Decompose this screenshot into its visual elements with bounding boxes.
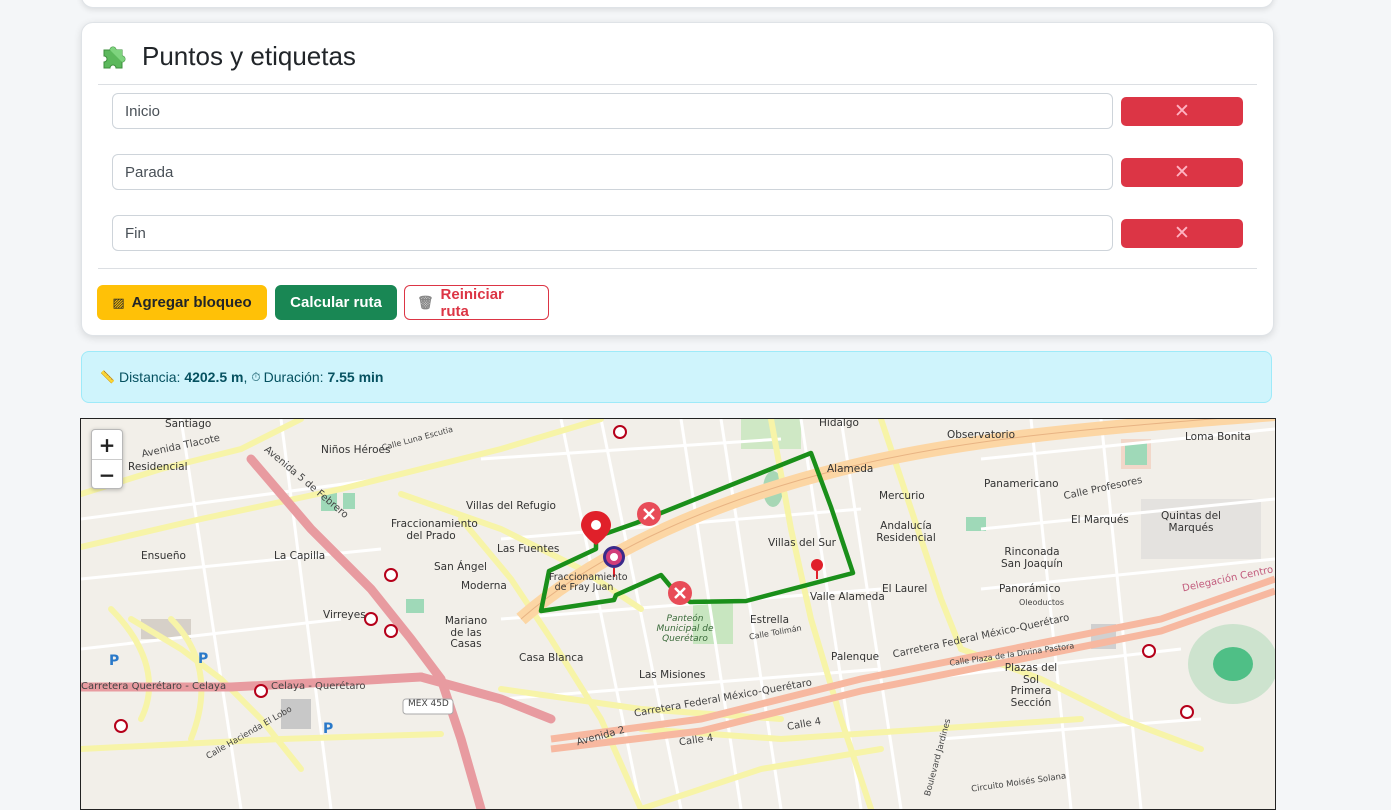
- map-label: Oleoductos: [1019, 598, 1065, 607]
- map-label: Valle Alameda: [810, 591, 885, 603]
- route-summary: 📏 Distancia: 4202.5 m , ⏱ Duración: 7.55…: [81, 351, 1272, 403]
- map-label: Hidalgo: [819, 418, 859, 429]
- distance-value: 4202.5 m: [184, 369, 244, 385]
- add-block-button[interactable]: ▨ Agregar bloqueo: [97, 285, 267, 320]
- reset-route-label: Reiniciar ruta: [440, 285, 504, 320]
- point-label-input-start[interactable]: [112, 93, 1113, 129]
- zoom-out-button[interactable]: −: [92, 460, 122, 488]
- map-label: Celaya - Querétaro: [271, 681, 366, 692]
- calculate-route-label: Calcular ruta: [290, 294, 382, 311]
- points-card: Puntos y etiquetas ✕ ✕ ✕ ▨ Agregar bloqu…: [81, 22, 1274, 336]
- map-label: Plazas del Sol Primera Sección: [1004, 662, 1058, 709]
- end-marker[interactable]: [811, 559, 823, 579]
- map-label: Mariano de las Casas: [444, 615, 488, 651]
- map-label: Casa Blanca: [519, 652, 584, 664]
- map-label: Santiago: [165, 418, 212, 430]
- stadium-field: [1213, 647, 1253, 681]
- ruler-icon: 📏: [100, 370, 115, 384]
- divider: [98, 84, 1257, 85]
- map-label: El Marqués: [1071, 514, 1129, 526]
- card-header: Puntos y etiquetas: [100, 39, 356, 73]
- map-label: Palenque: [831, 651, 880, 663]
- map-label: Las Misiones: [639, 669, 706, 681]
- map-label: Villas del Refugio: [466, 500, 556, 512]
- map-label: El Laurel: [882, 583, 928, 595]
- previous-card: [81, 0, 1274, 8]
- reset-route-button[interactable]: 🗑 Reiniciar ruta: [404, 285, 549, 320]
- point-label-input-end[interactable]: [112, 215, 1113, 251]
- delete-point-button-start[interactable]: ✕: [1121, 97, 1243, 126]
- close-icon: ✕: [1174, 100, 1190, 122]
- map-label: Niños Héroes: [321, 444, 391, 456]
- point-row-start: ✕: [112, 93, 1244, 131]
- map-label: Panteón Municipal de Querétaro: [656, 614, 714, 644]
- zoom-control: + −: [91, 429, 123, 489]
- svg-text:P: P: [198, 651, 208, 667]
- point-row-end: ✕: [112, 215, 1244, 253]
- block-marker[interactable]: [637, 502, 661, 526]
- map-label: Quintas del Marqués: [1161, 510, 1221, 534]
- delete-point-button-end[interactable]: ✕: [1121, 219, 1243, 248]
- stopwatch-icon: ⏱: [251, 369, 261, 384]
- svg-text:P: P: [109, 653, 119, 669]
- map-label: Estrella: [750, 614, 790, 626]
- distance-label: Distancia:: [118, 369, 181, 385]
- map-label: La Capilla: [274, 550, 326, 562]
- map-label: Virreyes: [323, 609, 366, 621]
- card-title: Puntos y etiquetas: [142, 40, 356, 71]
- puzzle-icon: [103, 46, 126, 69]
- map-label: Panamericano: [984, 478, 1059, 490]
- map-label: Carretera Querétaro - Celaya: [81, 681, 227, 692]
- trash-icon: 🗑: [417, 294, 434, 310]
- block-marker[interactable]: [668, 581, 692, 605]
- map-label: Mercurio: [879, 490, 925, 502]
- delete-point-button-stop[interactable]: ✕: [1121, 158, 1243, 187]
- park-area: [406, 599, 424, 613]
- map-label: Villas del Sur: [768, 537, 836, 549]
- svg-text:P: P: [323, 721, 333, 737]
- point-row-stop: ✕: [112, 154, 1244, 192]
- calculate-route-button[interactable]: Calcular ruta: [275, 285, 397, 320]
- federal-road: [550, 575, 1275, 753]
- park-area: [343, 493, 355, 509]
- zoom-in-button[interactable]: +: [92, 430, 122, 460]
- park-area: [1125, 443, 1147, 465]
- map[interactable]: PPP + − Santiago Avenida Tlacote Niños H…: [80, 418, 1276, 810]
- map-label: MEX 45D: [408, 699, 449, 709]
- close-icon: ✕: [1174, 222, 1190, 244]
- map-label: Fraccionamiento de Fray Juan: [549, 572, 628, 594]
- duration-label: Duración:: [263, 369, 324, 385]
- barrier-icon: ▨: [112, 294, 125, 310]
- map-label: Observatorio: [947, 429, 1016, 441]
- map-label: Las Fuentes: [497, 543, 560, 555]
- duration-value: 7.55 min: [327, 369, 384, 385]
- divider: [98, 268, 1257, 269]
- map-label: Rinconada San Joaquín: [1001, 546, 1063, 570]
- map-label: Moderna: [461, 580, 507, 592]
- map-label: San Ángel: [434, 561, 487, 573]
- map-label: Ensueño: [141, 550, 186, 562]
- map-label: Panorámico: [999, 583, 1061, 595]
- map-label: Andalucía Residencial: [876, 520, 936, 544]
- map-label: Fraccionamiento del Prado: [391, 518, 478, 542]
- map-label: Residencial: [128, 461, 188, 473]
- map-label: Loma Bonita: [1185, 431, 1251, 443]
- map-label: Alameda: [827, 463, 874, 475]
- point-label-input-stop[interactable]: [112, 154, 1113, 190]
- close-icon: ✕: [1174, 161, 1190, 183]
- add-block-label: Agregar bloqueo: [131, 294, 252, 311]
